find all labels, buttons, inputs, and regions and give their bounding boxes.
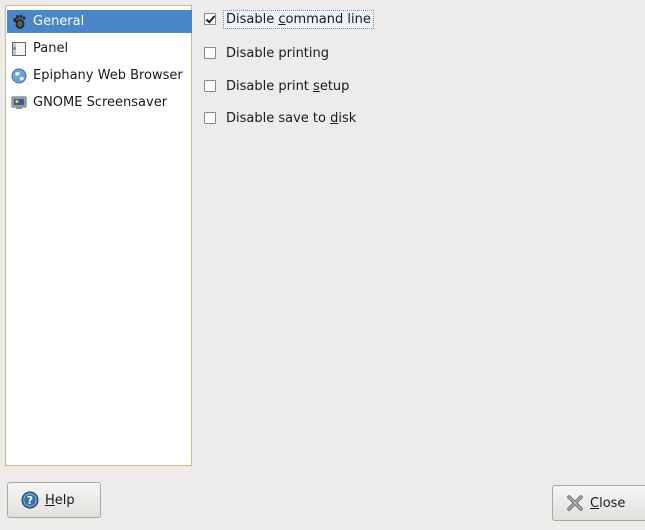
disable-command-line-checkbox[interactable] [204,13,216,25]
sidebar-item-panel[interactable]: Panel [7,37,192,60]
close-button[interactable]: Close [552,485,645,521]
globe-icon [11,68,27,84]
sidebar-item-label: GNOME Screensaver [33,95,168,110]
sidebar-item-epiphany[interactable]: Epiphany Web Browser [7,64,192,87]
close-button-label: Close [590,495,626,511]
close-icon [566,494,584,512]
gnome-foot-icon [11,14,27,30]
disable-printing-checkbox[interactable] [204,47,216,59]
disable-print-setup-option[interactable]: Disable print setup [204,76,351,96]
disable-print-setup-checkbox[interactable] [204,80,216,92]
sidebar-item-screensaver[interactable]: GNOME Screensaver [7,91,192,114]
disable-save-to-disk-label[interactable]: Disable save to disk [224,110,358,127]
disable-print-setup-label[interactable]: Disable print setup [224,78,351,95]
monitor-icon [11,95,27,111]
category-list[interactable]: General Panel Epiphany Web Browser GNOME… [5,5,192,466]
sidebar-item-label: General [33,14,85,29]
disable-command-line-option[interactable]: Disable command line [204,9,374,29]
disable-save-to-disk-option[interactable]: Disable save to disk [204,108,358,128]
sidebar-item-general[interactable]: General [7,10,192,33]
help-icon: ? [21,491,39,509]
disable-command-line-label[interactable]: Disable command line [223,9,374,29]
svg-text:?: ? [27,494,33,507]
sidebar-item-label: Panel [33,41,69,56]
sidebar-item-label: Epiphany Web Browser [33,68,183,83]
panel-icon [11,41,27,57]
help-button[interactable]: ? Help [7,482,101,518]
disable-printing-option[interactable]: Disable printing [204,43,331,63]
help-button-label: Help [45,492,75,508]
disable-printing-label[interactable]: Disable printing [224,45,331,62]
disable-save-to-disk-checkbox[interactable] [204,112,216,124]
